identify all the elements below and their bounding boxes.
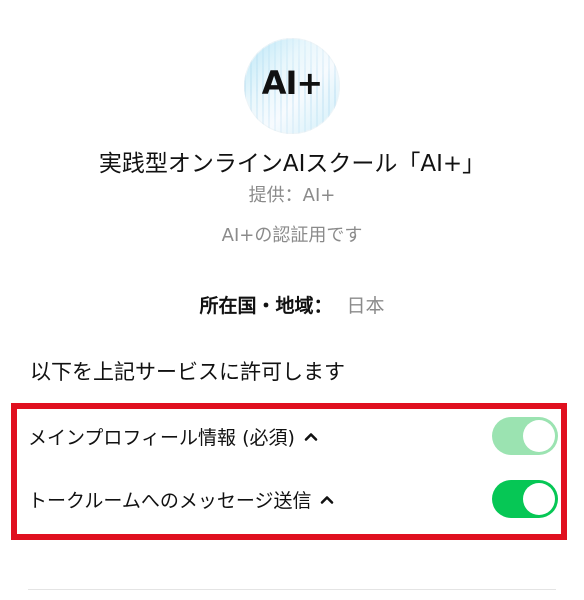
profile-toggle[interactable] [492, 417, 558, 455]
permission-label: メインプロフィール情報 (必須) [28, 426, 295, 449]
permissions-intro: 以下を上記サービスに許可します [30, 360, 345, 384]
toggle-knob [523, 483, 555, 515]
chevron-up-icon[interactable] [303, 428, 319, 444]
toggle-knob [523, 420, 555, 452]
permission-label: トークルームへのメッセージ送信 [28, 489, 312, 512]
chevron-up-icon[interactable] [319, 491, 335, 507]
messages-toggle[interactable] [492, 480, 558, 518]
logo-text: AI+ [261, 64, 323, 102]
region-info: 所在国・地域： 日本 [0, 291, 584, 318]
permission-row-profile: メインプロフィール情報 (必須) [28, 414, 558, 458]
region-value: 日本 [346, 295, 385, 317]
app-title: 実践型オンラインAIスクール「AI+」 [98, 151, 486, 177]
divider [28, 589, 556, 590]
permission-label-group[interactable]: メインプロフィール情報 (必須) [28, 423, 319, 450]
provider-text: 提供：AI+ [248, 185, 336, 206]
permission-row-messages: トークルームへのメッセージ送信 [28, 477, 558, 521]
purpose-text: AI+の認証用です [221, 225, 363, 246]
region-label: 所在国・地域： [199, 295, 333, 317]
app-logo: AI+ [244, 38, 340, 134]
permission-label-group[interactable]: トークルームへのメッセージ送信 [28, 486, 335, 513]
